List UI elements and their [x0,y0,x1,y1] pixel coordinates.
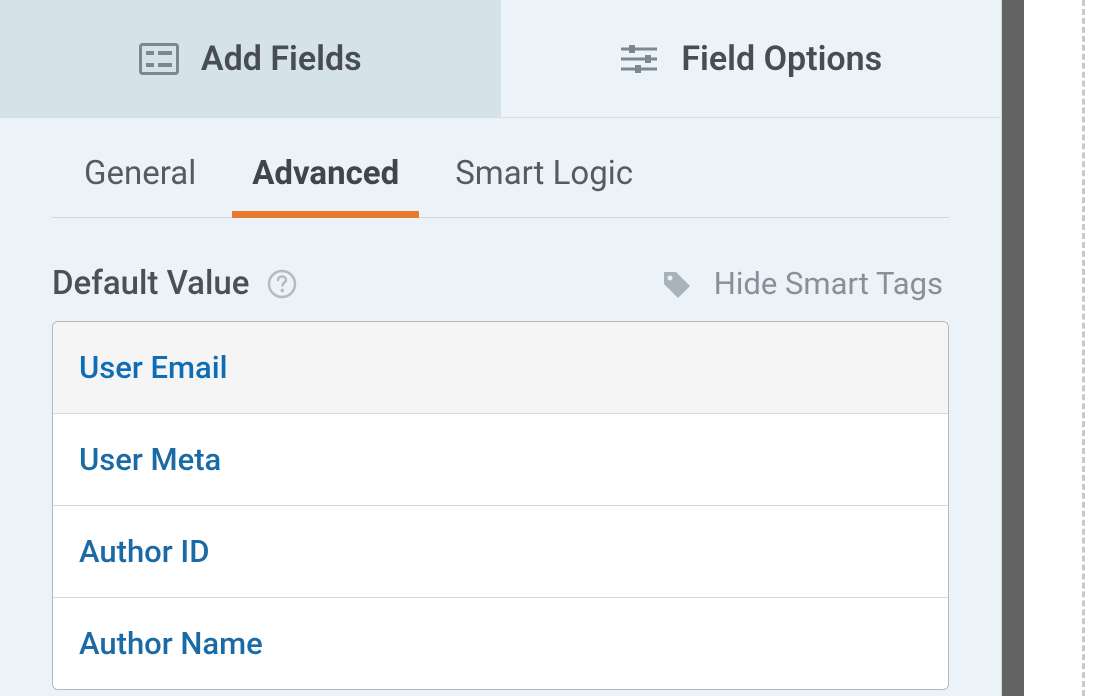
section-header: Default Value [52,264,949,303]
tag-icon [660,268,692,300]
top-tabs: Add Fields Field Options [0,0,1001,118]
section-header-right: Hide Smart Tags [660,265,943,302]
sidebar-panel: Add Fields Field Options G [0,0,1002,696]
subtab-general[interactable]: General [80,140,200,217]
canvas-area [1024,0,1116,696]
help-icon[interactable] [267,269,297,299]
subtab-advanced[interactable]: Advanced [248,140,403,217]
tab-add-fields-label: Add Fields [201,39,362,79]
tab-field-options-label: Field Options [681,39,882,79]
smart-tags-dropdown: User Email User Meta Author ID Author Na… [52,321,949,690]
smart-tag-item[interactable]: Author Name [53,598,948,689]
panel-resizer[interactable] [1002,0,1024,696]
hide-smart-tags-link[interactable]: Hide Smart Tags [714,265,943,302]
smart-tag-item[interactable]: User Meta [53,414,948,506]
tab-field-options[interactable]: Field Options [501,0,1002,117]
content: General Advanced Smart Logic Default Val… [0,118,1001,690]
app-shell: Add Fields Field Options G [0,0,1116,696]
tab-add-fields[interactable]: Add Fields [0,0,501,117]
smart-tag-item[interactable]: Author ID [53,506,948,598]
section-header-left: Default Value [52,264,297,303]
drop-zone-guide [1082,0,1085,696]
subtab-smart-logic[interactable]: Smart Logic [451,140,637,217]
smart-tag-item[interactable]: User Email [53,322,948,414]
sub-tabs: General Advanced Smart Logic [52,140,949,218]
sliders-icon [619,39,659,79]
form-fields-icon [139,39,179,79]
section-title: Default Value [52,264,249,303]
